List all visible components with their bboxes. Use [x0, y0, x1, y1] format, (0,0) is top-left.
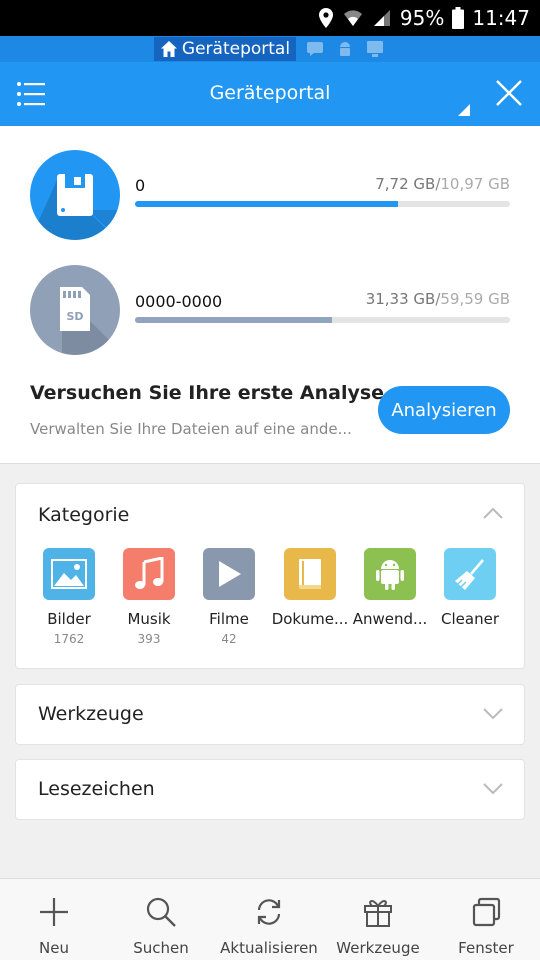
windows-icon	[472, 897, 501, 927]
analyse-subtitle: Verwalten Sie Ihre Dateien auf eine ande…	[30, 420, 352, 438]
status-bar: 95% 11:47	[0, 0, 540, 36]
storage-used: 31,33 GB	[365, 290, 436, 308]
search-icon	[146, 897, 176, 927]
svg-text:SD: SD	[66, 310, 83, 323]
windows-button[interactable]: Fenster	[432, 879, 540, 960]
window-tab-strip: Geräteportal	[0, 36, 540, 62]
clock: 11:47	[472, 6, 530, 30]
chat-icon	[307, 42, 324, 56]
plus-icon	[40, 898, 68, 926]
floppy-icon	[30, 174, 120, 240]
category-count: 42	[221, 632, 237, 646]
refresh-button[interactable]: Aktualisieren	[215, 879, 323, 960]
play-icon	[203, 548, 255, 600]
dropdown-corner-icon[interactable]	[458, 104, 470, 116]
storage-progress-fill	[135, 201, 398, 207]
storage-total: 59,59 GB	[440, 290, 510, 308]
home-icon	[160, 41, 177, 57]
storage-progress-bar	[135, 317, 510, 323]
category-item-filme[interactable]: Filme 42	[189, 548, 269, 646]
bottom-nav: Neu Suchen Aktualisieren Werkzeuge Fenst…	[0, 878, 540, 960]
wifi-icon	[342, 8, 364, 28]
category-label: Filme	[209, 610, 249, 628]
active-tab-label: Geräteportal	[181, 39, 291, 59]
storage-progress-bar	[135, 201, 510, 207]
category-card: Kategorie Bilder 1762 Musik 393 Filme 42…	[15, 483, 525, 669]
signal-icon	[372, 8, 392, 28]
tab-android[interactable]	[334, 40, 356, 58]
tab-geraeteportal[interactable]: Geräteportal	[153, 37, 297, 61]
category-label: Bilder	[47, 610, 91, 628]
battery-icon	[452, 7, 465, 29]
tools-label: Werkzeuge	[336, 939, 420, 957]
category-count: 393	[137, 632, 161, 646]
chevron-down-icon[interactable]	[482, 707, 504, 721]
internal-storage-button[interactable]	[30, 150, 120, 240]
chevron-up-icon[interactable]	[482, 506, 504, 520]
screen-icon	[367, 41, 384, 57]
storage-total: 10,97 GB	[440, 175, 510, 193]
battery-percent: 95%	[399, 6, 445, 30]
storage-card: 0 7,72 GB/10,97 GB SD 0000-0000 31,33 GB…	[0, 126, 540, 464]
music-icon	[123, 548, 175, 600]
category-item-anwendungen[interactable]: Anwend...	[350, 548, 430, 632]
app-header: Geräteportal	[0, 62, 540, 126]
tools-title: Werkzeuge	[38, 703, 144, 725]
close-button[interactable]	[494, 78, 524, 108]
search-button[interactable]: Suchen	[107, 879, 215, 960]
category-label: Dokume...	[271, 610, 349, 628]
windows-label: Fenster	[458, 939, 514, 957]
page-title[interactable]: Geräteportal	[0, 82, 540, 104]
search-label: Suchen	[133, 939, 189, 957]
category-count: 1762	[53, 632, 85, 646]
close-icon	[496, 80, 522, 106]
storage-used: 7,72 GB	[375, 175, 436, 193]
location-icon	[318, 7, 334, 29]
tab-chat[interactable]	[304, 40, 326, 58]
image-icon	[43, 548, 95, 600]
analyse-button[interactable]: Analysieren	[378, 386, 510, 434]
book-icon	[284, 548, 336, 600]
storage-usage: 7,72 GB/10,97 GB	[375, 175, 510, 193]
refresh-label: Aktualisieren	[220, 939, 318, 957]
storage-name: 0	[135, 176, 146, 195]
sd-storage-button[interactable]: SD	[30, 265, 120, 355]
category-label: Musik	[127, 610, 171, 628]
tools-button[interactable]: Werkzeuge	[324, 879, 432, 960]
category-item-musik[interactable]: Musik 393	[109, 548, 189, 646]
storage-usage: 31,33 GB/59,59 GB	[365, 290, 510, 308]
tools-card[interactable]: Werkzeuge	[15, 684, 525, 745]
chevron-down-icon[interactable]	[482, 782, 504, 796]
category-item-dokumente[interactable]: Dokume...	[270, 548, 350, 632]
android-icon	[364, 548, 416, 600]
storage-progress-fill	[135, 317, 333, 323]
category-item-cleaner[interactable]: Cleaner	[430, 548, 510, 632]
android-icon	[340, 42, 351, 56]
category-item-bilder[interactable]: Bilder 1762	[29, 548, 109, 646]
category-title: Kategorie	[38, 504, 130, 526]
refresh-icon	[257, 899, 281, 925]
bookmarks-title: Lesezeichen	[38, 778, 155, 800]
new-label: Neu	[39, 939, 69, 957]
sd-card-icon: SD	[60, 287, 120, 355]
tab-screen[interactable]	[364, 40, 386, 58]
gift-icon	[364, 900, 392, 927]
broom-icon	[444, 548, 496, 600]
bookmarks-card[interactable]: Lesezeichen	[15, 759, 525, 820]
analyse-title: Versuchen Sie Ihre erste Analyse	[30, 382, 385, 404]
category-label: Anwend...	[352, 610, 428, 628]
category-label: Cleaner	[441, 610, 499, 628]
storage-name: 0000-0000	[135, 292, 223, 311]
new-button[interactable]: Neu	[0, 879, 108, 960]
